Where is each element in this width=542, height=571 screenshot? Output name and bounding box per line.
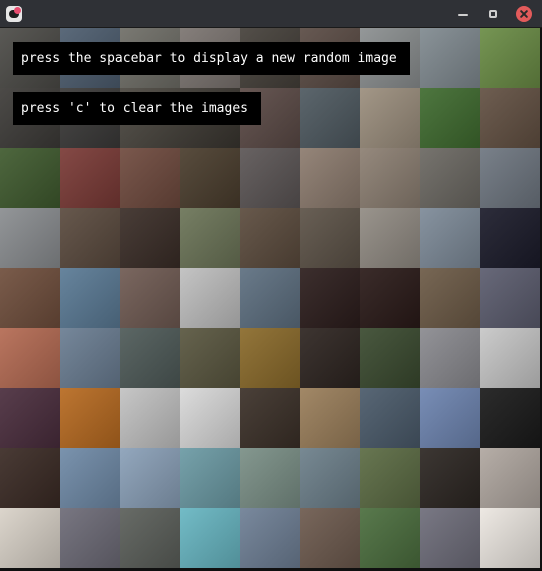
image-tile [420, 508, 480, 568]
image-tile [360, 208, 420, 268]
image-tile [60, 328, 120, 388]
instruction-overlay-1: press the spacebar to display a new rand… [13, 42, 410, 75]
image-tile [360, 328, 420, 388]
image-tile [420, 268, 480, 328]
image-tile [0, 148, 60, 208]
instruction-text-1: press the spacebar to display a new rand… [21, 51, 397, 66]
image-tile [180, 448, 240, 508]
image-tile [480, 28, 540, 88]
image-tile [180, 148, 240, 208]
minimize-icon[interactable] [455, 6, 471, 22]
image-tile [0, 208, 60, 268]
image-tile [180, 388, 240, 448]
app-window: press the spacebar to display a new rand… [0, 0, 542, 571]
image-tile [300, 508, 360, 568]
image-tile [480, 88, 540, 148]
image-tile [420, 28, 480, 88]
image-tile [240, 448, 300, 508]
image-tile [420, 448, 480, 508]
image-tile [300, 328, 360, 388]
image-tile [360, 448, 420, 508]
image-tile [60, 268, 120, 328]
image-tile [240, 268, 300, 328]
image-tile [120, 388, 180, 448]
image-tile [480, 268, 540, 328]
image-tile [0, 328, 60, 388]
image-tile [420, 88, 480, 148]
image-tile [300, 448, 360, 508]
title-bar [0, 0, 542, 28]
image-tile [180, 268, 240, 328]
image-tile [240, 388, 300, 448]
image-tile [360, 388, 420, 448]
image-tile [300, 388, 360, 448]
image-tile [480, 388, 540, 448]
image-tile [420, 388, 480, 448]
image-tile [420, 148, 480, 208]
image-tile [60, 208, 120, 268]
image-tile [120, 448, 180, 508]
image-tile [120, 208, 180, 268]
maximize-icon[interactable] [485, 6, 501, 22]
image-tile [0, 448, 60, 508]
image-tile [180, 208, 240, 268]
image-tile [60, 148, 120, 208]
image-canvas[interactable]: press the spacebar to display a new rand… [0, 28, 542, 571]
image-tile [480, 508, 540, 568]
image-tile [0, 268, 60, 328]
image-tile [300, 268, 360, 328]
close-icon[interactable] [516, 6, 532, 22]
image-tile [120, 508, 180, 568]
image-tile [120, 268, 180, 328]
instruction-overlay-2: press 'c' to clear the images [13, 92, 261, 125]
image-tile [360, 88, 420, 148]
image-tile [240, 328, 300, 388]
image-tile [0, 508, 60, 568]
image-tile [60, 388, 120, 448]
image-tile [240, 508, 300, 568]
instruction-text-2: press 'c' to clear the images [21, 101, 248, 116]
image-tile [240, 148, 300, 208]
image-tile [480, 448, 540, 508]
image-tile [60, 508, 120, 568]
image-tile [300, 148, 360, 208]
image-tile [240, 208, 300, 268]
image-tile [420, 208, 480, 268]
image-tile [360, 268, 420, 328]
image-tile [420, 328, 480, 388]
image-tile [60, 448, 120, 508]
image-tile [180, 328, 240, 388]
image-tile [0, 388, 60, 448]
image-tile [480, 148, 540, 208]
app-icon [6, 6, 22, 22]
image-tile [120, 148, 180, 208]
image-tile [360, 508, 420, 568]
image-tile [300, 88, 360, 148]
image-tile [480, 328, 540, 388]
image-tile [300, 208, 360, 268]
image-tile [180, 508, 240, 568]
image-tile [360, 148, 420, 208]
image-tile [120, 328, 180, 388]
image-tile [480, 208, 540, 268]
